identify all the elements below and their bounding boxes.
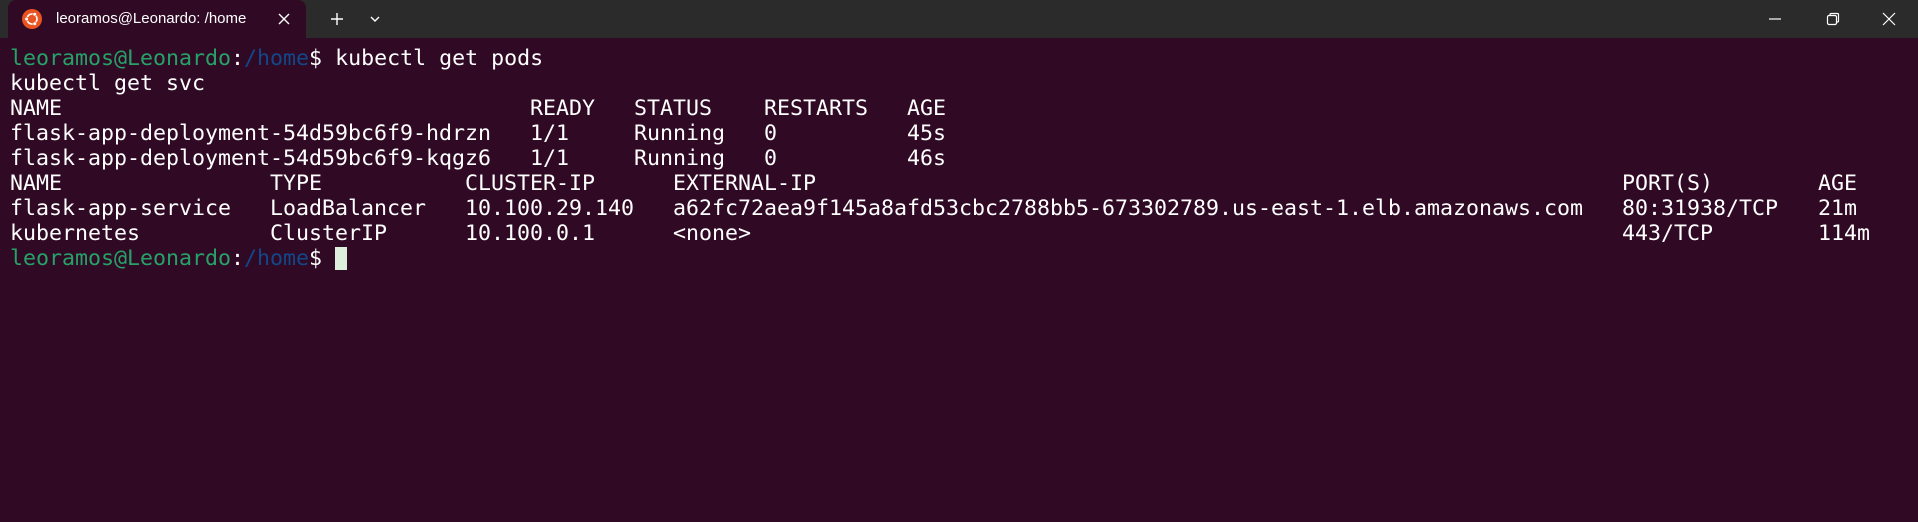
prompt-symbol: $ (309, 46, 336, 71)
close-icon (1882, 12, 1896, 26)
command-line: kubectl get svc (10, 71, 206, 96)
svc-age: 21m (1818, 196, 1858, 221)
column-header: READY (530, 96, 596, 121)
column-header: AGE (907, 96, 947, 121)
table-row: kubernetes ClusterIP 10.100.0.1 <none> 4… (10, 221, 1918, 246)
column-header: PORT(S) (1622, 171, 1714, 196)
svc-cluster-ip: 10.100.0.1 (465, 221, 596, 246)
prompt-path: /home (244, 246, 310, 271)
pod-ready: 1/1 (530, 121, 570, 146)
svc-ports: 443/TCP (1622, 221, 1714, 246)
prompt-symbol: $ (309, 246, 336, 271)
pod-name: flask-app-deployment-54d59bc6f9-hdrzn (10, 121, 492, 146)
close-icon[interactable] (274, 9, 294, 29)
svc-name: flask-app-service (10, 196, 232, 221)
prompt-colon: : (231, 46, 245, 71)
pod-age: 45s (907, 121, 947, 146)
column-header: NAME (10, 171, 63, 196)
column-header: AGE (1818, 171, 1858, 196)
svc-age: 114m (1818, 221, 1871, 246)
svc-ports: 80:31938/TCP (1622, 196, 1779, 221)
svc-external-ip: a62fc72aea9f145a8afd53cbc2788bb5-6733027… (673, 196, 1584, 221)
svc-header-row: NAME TYPE CLUSTER-IP EXTERNAL-IP PORT(S)… (10, 171, 1918, 196)
restore-button[interactable] (1810, 0, 1856, 38)
prompt-line: leoramos@Leonardo:/home$ (10, 246, 1918, 271)
table-row: flask-app-deployment-54d59bc6f9-kqgz6 1/… (10, 146, 1918, 171)
svc-type: ClusterIP (270, 221, 388, 246)
plus-icon[interactable] (325, 7, 349, 31)
pod-age: 46s (907, 146, 947, 171)
column-header: RESTARTS (764, 96, 869, 121)
command-text: kubectl get pods (335, 46, 544, 71)
pod-restarts: 0 (764, 121, 778, 146)
column-header: STATUS (634, 96, 713, 121)
minimize-button[interactable] (1752, 0, 1798, 38)
pod-name: flask-app-deployment-54d59bc6f9-kqgz6 (10, 146, 492, 171)
pod-ready: 1/1 (530, 146, 570, 171)
prompt-user: leoramos@Leonardo (10, 46, 232, 71)
table-row: flask-app-deployment-54d59bc6f9-hdrzn 1/… (10, 121, 1918, 146)
prompt-path: /home (244, 46, 310, 71)
prompt-colon: : (231, 246, 245, 271)
terminal-output[interactable]: leoramos@Leonardo:/home$ kubectl get pod… (10, 46, 1918, 522)
svc-external-ip: <none> (673, 221, 752, 246)
title-bar: leoramos@Leonardo: /home (0, 0, 1918, 38)
svc-type: LoadBalancer (270, 196, 427, 221)
svc-name: kubernetes (10, 221, 141, 246)
restore-icon (1826, 12, 1840, 26)
table-row: flask-app-service LoadBalancer 10.100.29… (10, 196, 1918, 221)
tab-terminal[interactable]: leoramos@Leonardo: /home (8, 0, 306, 38)
text-cursor (335, 247, 348, 270)
terminal-window: leoramos@Leonardo: /home leoramos@Leonar… (0, 0, 1918, 522)
column-header: NAME (10, 96, 63, 121)
pod-restarts: 0 (764, 146, 778, 171)
prompt-user: leoramos@Leonardo (10, 246, 232, 271)
chevron-down-icon[interactable] (363, 7, 387, 31)
pods-header-row: NAME READY STATUS RESTARTS AGE (10, 96, 1918, 121)
prompt-line: leoramos@Leonardo:/home$ kubectl get pod… (10, 46, 1918, 71)
ubuntu-icon (22, 9, 42, 29)
svc-cluster-ip: 10.100.29.140 (465, 196, 635, 221)
close-window-button[interactable] (1866, 0, 1912, 38)
pod-status: Running (634, 146, 726, 171)
column-header: EXTERNAL-IP (673, 171, 817, 196)
pod-status: Running (634, 121, 726, 146)
tab-title: leoramos@Leonardo: /home (56, 10, 247, 27)
column-header: TYPE (270, 171, 323, 196)
minimize-icon (1769, 18, 1781, 20)
column-header: CLUSTER-IP (465, 171, 596, 196)
